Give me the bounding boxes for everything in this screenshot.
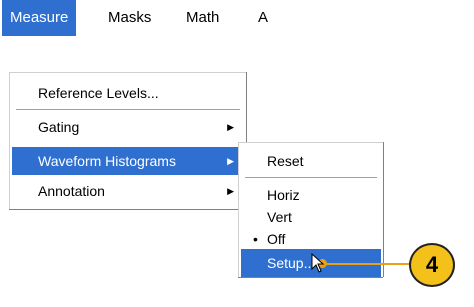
menu-a-truncated[interactable]: A xyxy=(250,0,276,36)
submenu-item-reset[interactable]: Reset xyxy=(241,147,381,175)
menu-item-label: Vert xyxy=(267,209,292,225)
menu-masks[interactable]: Masks xyxy=(100,0,159,36)
menu-item-gating[interactable]: Gating ▶ xyxy=(12,113,244,141)
menu-separator xyxy=(16,109,240,111)
menu-item-label: Annotation xyxy=(38,183,105,199)
submenu-arrow-icon: ▶ xyxy=(227,156,234,166)
menu-item-label: Reference Levels... xyxy=(38,85,159,101)
menu-item-reference-levels[interactable]: Reference Levels... xyxy=(12,79,244,107)
menu-item-label: Off xyxy=(267,231,286,247)
menu-math[interactable]: Math xyxy=(178,0,227,36)
submenu-arrow-icon: ▶ xyxy=(227,186,234,196)
mouse-pointer-icon xyxy=(311,253,325,273)
menu-measure[interactable]: Measure xyxy=(2,0,77,36)
menu-item-label: Setup... xyxy=(267,255,316,271)
menu-separator xyxy=(245,177,377,179)
menu-item-label: Horiz xyxy=(267,187,300,203)
menu-item-waveform-histograms[interactable]: Waveform Histograms ▶ xyxy=(12,147,244,175)
menu-item-label: Gating xyxy=(38,119,80,135)
submenu-arrow-icon: ▶ xyxy=(227,122,234,132)
menu-item-annotation[interactable]: Annotation ▶ xyxy=(12,177,244,205)
menu-item-label: Reset xyxy=(267,153,304,169)
menu-bar: Measure Masks Math A xyxy=(0,0,474,36)
callout-step-number: 4 xyxy=(409,243,455,287)
measure-dropdown-menu: Reference Levels... Gating ▶ Waveform Hi… xyxy=(9,72,246,209)
menu-item-label: Waveform Histograms xyxy=(38,153,176,169)
